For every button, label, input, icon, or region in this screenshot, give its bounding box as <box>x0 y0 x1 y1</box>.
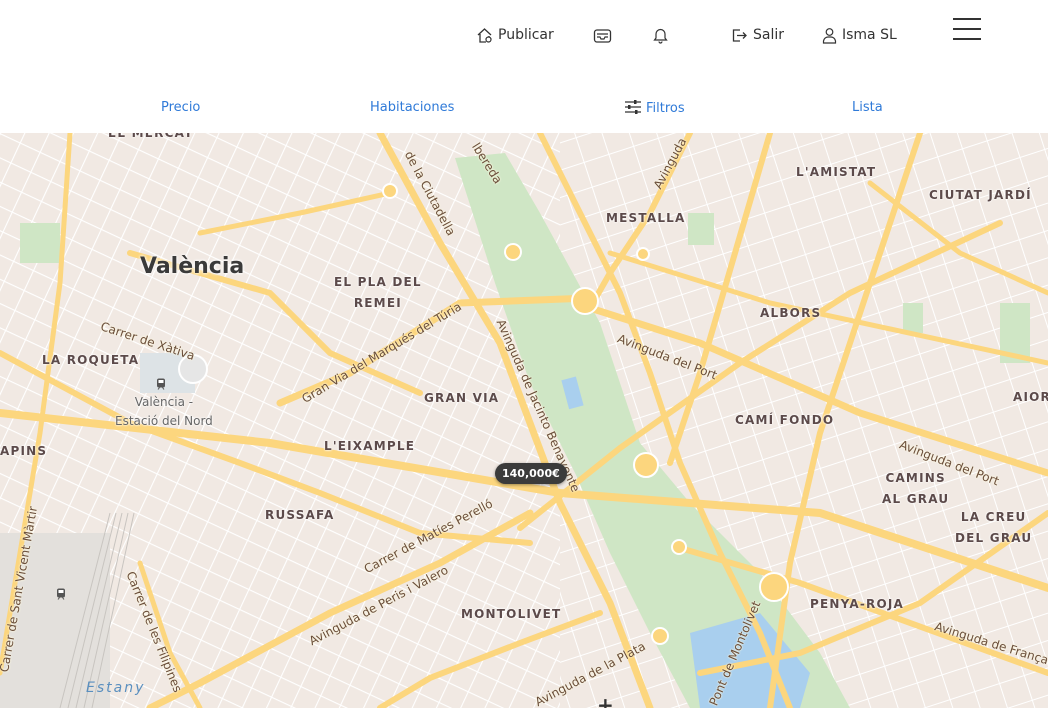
list-view-toggle[interactable]: Lista <box>852 100 883 115</box>
inbox-icon <box>593 28 612 43</box>
logout-label: Salir <box>753 27 785 43</box>
neighborhood-label-el-mercat: EL MERCAT <box>108 133 194 140</box>
neighborhood-label-leixample: L'EIXAMPLE <box>324 439 416 453</box>
rooms-filter-label: Habitaciones <box>370 100 455 115</box>
neighborhood-label-line: AL GRAU <box>882 492 950 506</box>
train-station-icon <box>57 588 65 600</box>
neighborhood-label-line: DEL GRAU <box>955 531 1033 545</box>
filters-label: Filtros <box>646 101 685 116</box>
city-label: València <box>140 254 245 279</box>
list-view-label: Lista <box>852 100 883 115</box>
zoom-in-button[interactable]: + <box>597 693 614 708</box>
neighborhood-label-lamistat: L'AMISTAT <box>796 165 877 179</box>
neighborhood-label-penya-roja: PENYA-ROJA <box>810 597 905 611</box>
messages-button[interactable] <box>593 24 612 46</box>
price-filter-label: Precio <box>161 100 201 115</box>
rooms-filter[interactable]: Habitaciones <box>370 100 454 115</box>
neighborhood-label-cami-fondo: CAMÍ FONDO <box>735 413 835 427</box>
house-plus-icon <box>477 27 492 43</box>
neighborhood-label-russafa: RUSSAFA <box>265 508 335 522</box>
station-label: València - Estació del Nord <box>115 393 213 431</box>
property-map[interactable]: València EL MERCAT L'AMISTAT CIUTAT JARD… <box>0 133 1048 708</box>
neighborhood-label-line: EL PLA DEL <box>334 275 422 289</box>
publish-button[interactable]: Publicar <box>476 24 554 46</box>
publish-label: Publicar <box>498 27 554 43</box>
train-station-icon <box>157 378 165 390</box>
filter-bar: Precio Habitaciones Filtros Lista <box>0 88 1048 132</box>
station-label-line: Estació del Nord <box>115 414 213 428</box>
neighborhood-label-mestalla: MESTALLA <box>606 211 686 225</box>
price-filter[interactable]: Precio <box>161 100 200 115</box>
notifications-button[interactable] <box>652 24 669 46</box>
neighborhood-label-line: LA CREU <box>960 510 1027 524</box>
filters-button[interactable]: Filtros <box>624 97 685 116</box>
station-label-line: València - <box>134 395 194 409</box>
sliders-icon <box>625 99 641 114</box>
neighborhood-label-albors: ALBORS <box>760 306 822 320</box>
neighborhood-label-camins-al-grau: CAMINS AL GRAU <box>882 468 949 510</box>
neighborhood-label-el-pla-del-remei: EL PLA DEL REMEI <box>334 272 422 314</box>
user-icon <box>822 27 837 44</box>
neighborhood-label-ciutat-jardi: CIUTAT JARDÍ <box>929 188 1032 202</box>
logout-button[interactable]: Salir <box>731 24 784 46</box>
hamburger-menu-icon[interactable] <box>953 17 981 41</box>
bell-icon <box>653 28 668 44</box>
neighborhood-label-line: REMEI <box>353 296 402 310</box>
top-navigation-bar: Publicar Salir Isma SL <box>0 0 1048 68</box>
logout-icon <box>732 28 747 42</box>
user-name: Isma SL <box>842 27 897 43</box>
user-profile-button[interactable]: Isma SL <box>822 24 897 46</box>
property-price-marker[interactable]: 140,000€ <box>495 463 567 484</box>
neighborhood-label-aior: AIOR <box>1013 390 1048 404</box>
neighborhood-label-gran-via: GRAN VIA <box>424 391 500 405</box>
neighborhood-label-line: CAMINS <box>885 471 946 485</box>
water-label: Estany <box>86 680 146 696</box>
neighborhood-label-la-roqueta: LA ROQUETA <box>42 353 140 367</box>
neighborhood-label-apins: APINS <box>0 444 48 458</box>
neighborhood-label-la-creu-del-grau: LA CREU DEL GRAU <box>955 507 1032 549</box>
neighborhood-label-montolivet: MONTOLIVET <box>461 607 562 621</box>
